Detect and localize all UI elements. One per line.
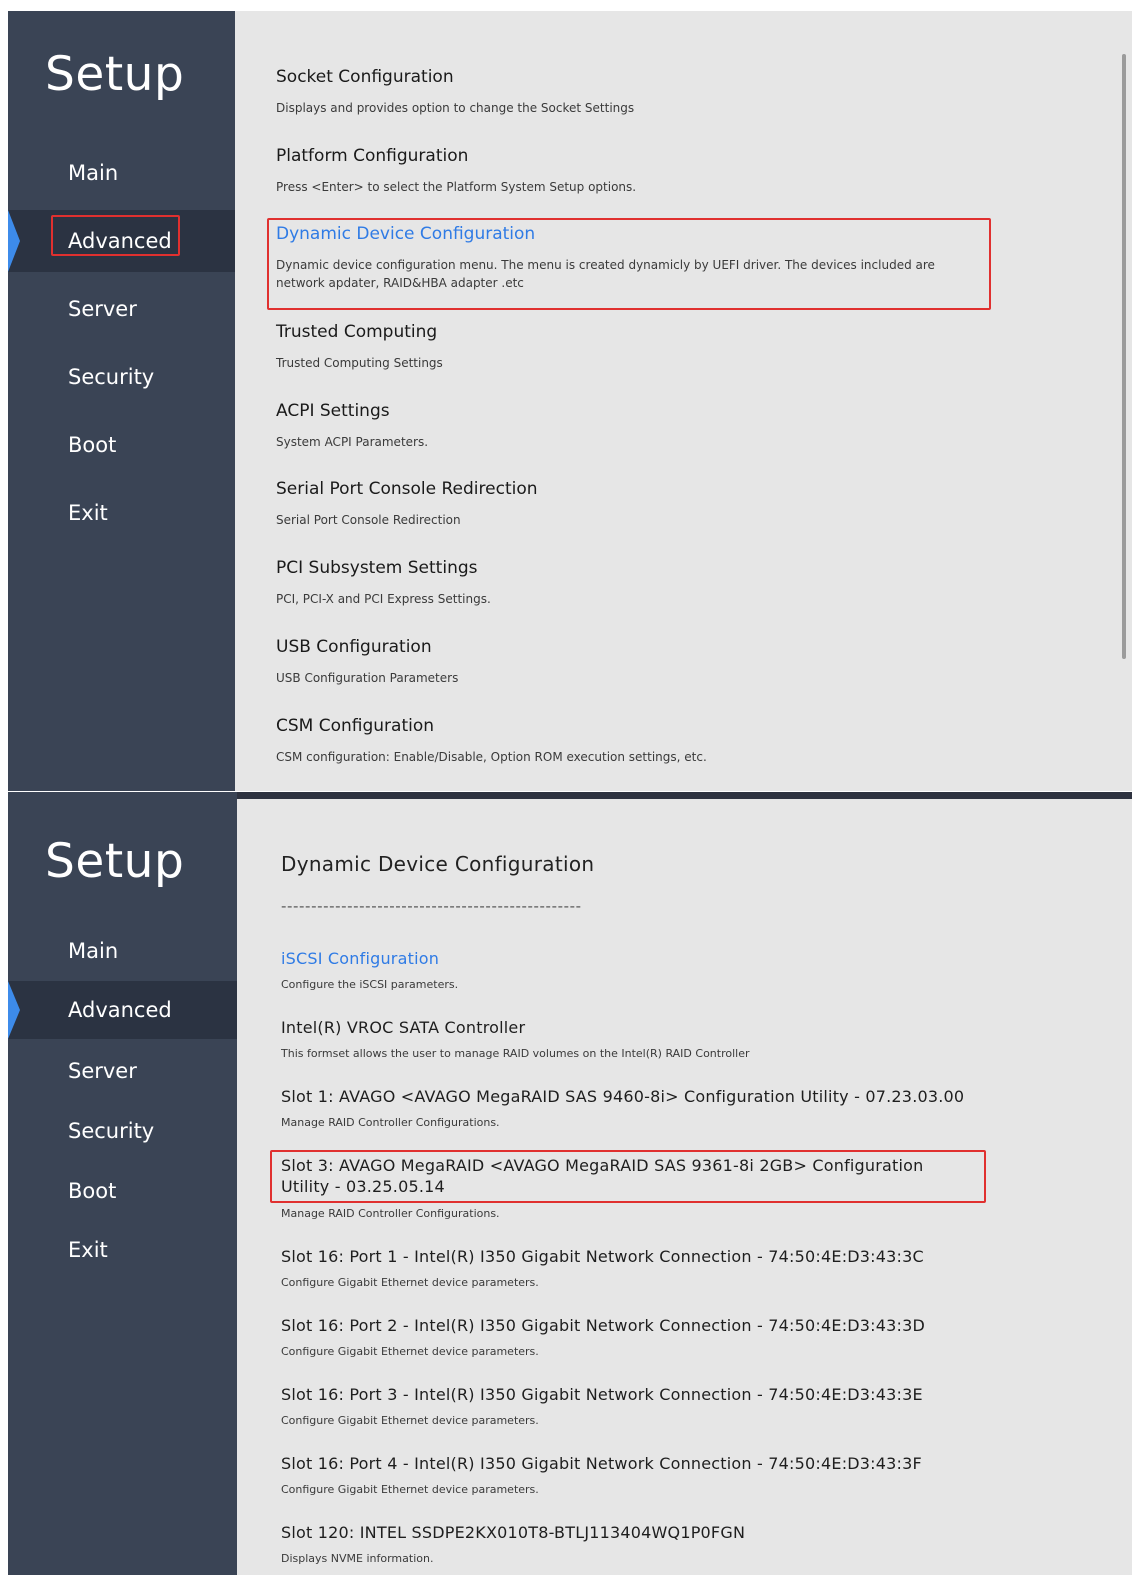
nav-item-label: Advanced bbox=[68, 229, 172, 253]
entry-title: CSM Configuration bbox=[276, 716, 435, 736]
menu-entry-vroc-sata-controller[interactable]: Intel(R) VROC SATA Controller This forms… bbox=[281, 1017, 750, 1060]
entry-title: USB Configuration bbox=[276, 637, 432, 657]
entry-title: Slot 16: Port 1 - Intel(R) I350 Gigabit … bbox=[281, 1247, 924, 1266]
menu-entry-socket-configuration[interactable]: Socket Configuration Displays and provid… bbox=[276, 67, 634, 117]
sidebar: Setup Main Advanced Server Security Boot… bbox=[8, 792, 237, 1575]
active-marker-icon bbox=[8, 210, 20, 272]
nav-item-exit[interactable]: Exit bbox=[8, 1219, 237, 1281]
separator: ----------------------------------------… bbox=[281, 897, 582, 915]
entry-title: ACPI Settings bbox=[276, 401, 390, 421]
entry-description: System ACPI Parameters. bbox=[276, 435, 429, 449]
content-pane: Socket Configuration Displays and provid… bbox=[235, 11, 1132, 791]
entry-title: Slot 120: INTEL SSDPE2KX010T8-BTLJ113404… bbox=[281, 1523, 746, 1542]
menu-entry-acpi-settings[interactable]: ACPI Settings System ACPI Parameters. bbox=[276, 401, 428, 451]
entry-description: Configure Gigabit Ethernet device parame… bbox=[281, 1276, 539, 1289]
entry-description: Trusted Computing Settings bbox=[276, 356, 443, 370]
nav-item-label: Advanced bbox=[68, 998, 172, 1022]
entry-title: iSCSI Configuration bbox=[281, 949, 440, 968]
nav-item-advanced[interactable]: Advanced bbox=[8, 210, 235, 272]
menu-entry-slot120-nvme[interactable]: Slot 120: INTEL SSDPE2KX010T8-BTLJ113404… bbox=[281, 1522, 745, 1565]
nav-item-label: Exit bbox=[68, 1238, 108, 1262]
entry-description: Configure Gigabit Ethernet device parame… bbox=[281, 1414, 539, 1427]
menu-entry-slot16-port2[interactable]: Slot 16: Port 2 - Intel(R) I350 Gigabit … bbox=[281, 1315, 925, 1358]
nav-item-security[interactable]: Security bbox=[8, 346, 235, 408]
entry-title: Slot 1: AVAGO <AVAGO MegaRAID SAS 9460-8… bbox=[281, 1087, 965, 1106]
nav-item-security[interactable]: Security bbox=[8, 1100, 237, 1162]
entry-description: Manage RAID Controller Configurations. bbox=[281, 1207, 500, 1220]
nav-item-boot[interactable]: Boot bbox=[8, 414, 235, 476]
menu-entry-slot16-port1[interactable]: Slot 16: Port 1 - Intel(R) I350 Gigabit … bbox=[281, 1246, 924, 1289]
nav-item-server[interactable]: Server bbox=[8, 1040, 237, 1102]
entry-title: PCI Subsystem Settings bbox=[276, 558, 478, 578]
setup-title: Setup bbox=[45, 47, 185, 102]
menu-entry-serial-port-console-redirection[interactable]: Serial Port Console Redirection Serial P… bbox=[276, 479, 538, 529]
nav-item-server[interactable]: Server bbox=[8, 278, 235, 340]
nav-item-label: Exit bbox=[68, 501, 108, 525]
entry-title: Slot 16: Port 4 - Intel(R) I350 Gigabit … bbox=[281, 1454, 922, 1473]
entry-description: Press <Enter> to select the Platform Sys… bbox=[276, 180, 637, 194]
entry-title: Platform Configuration bbox=[276, 146, 469, 166]
entry-description: Configure Gigabit Ethernet device parame… bbox=[281, 1345, 539, 1358]
nav-item-label: Server bbox=[68, 297, 137, 321]
nav-item-boot[interactable]: Boot bbox=[8, 1160, 237, 1222]
setup-screen-dynamic-device-configuration: Setup Main Advanced Server Security Boot… bbox=[8, 792, 1132, 1575]
entry-description: Serial Port Console Redirection bbox=[276, 513, 461, 527]
menu-entry-iscsi-configuration[interactable]: iSCSI Configuration Configure the iSCSI … bbox=[281, 948, 458, 991]
nav-item-exit[interactable]: Exit bbox=[8, 482, 235, 544]
entry-description: PCI, PCI-X and PCI Express Settings. bbox=[276, 592, 491, 606]
entry-description: Displays and provides option to change t… bbox=[276, 101, 635, 115]
entry-title: Slot 16: Port 3 - Intel(R) I350 Gigabit … bbox=[281, 1385, 923, 1404]
scrollbar[interactable] bbox=[1122, 54, 1126, 659]
menu-entry-csm-configuration[interactable]: CSM Configuration CSM configuration: Ena… bbox=[276, 716, 707, 766]
entry-description: CSM configuration: Enable/Disable, Optio… bbox=[276, 750, 707, 764]
menu-entry-slot16-port3[interactable]: Slot 16: Port 3 - Intel(R) I350 Gigabit … bbox=[281, 1384, 923, 1427]
nav-item-label: Security bbox=[68, 1119, 155, 1143]
entry-title: Serial Port Console Redirection bbox=[276, 479, 538, 499]
entry-description: USB Configuration Parameters bbox=[276, 671, 459, 685]
entry-description: Manage RAID Controller Configurations. bbox=[281, 1116, 500, 1129]
entry-description: Displays NVME information. bbox=[281, 1552, 434, 1565]
nav-item-label: Boot bbox=[68, 433, 117, 457]
nav-item-label: Main bbox=[68, 161, 119, 185]
menu-entry-trusted-computing[interactable]: Trusted Computing Trusted Computing Sett… bbox=[276, 322, 443, 372]
nav-item-main[interactable]: Main bbox=[8, 920, 237, 982]
entry-description: This formset allows the user to manage R… bbox=[281, 1047, 750, 1060]
menu-entry-pci-subsystem-settings[interactable]: PCI Subsystem Settings PCI, PCI-X and PC… bbox=[276, 558, 491, 608]
highlight-box bbox=[270, 1150, 986, 1203]
sidebar: Setup Main Advanced Server Security Boot… bbox=[8, 11, 235, 791]
active-marker-icon bbox=[8, 981, 20, 1039]
entry-title: Slot 16: Port 2 - Intel(R) I350 Gigabit … bbox=[281, 1316, 926, 1335]
nav-item-label: Security bbox=[68, 365, 155, 389]
entry-title: Trusted Computing bbox=[276, 322, 438, 342]
content-pane: Dynamic Device Configuration -----------… bbox=[237, 799, 1132, 1575]
entry-title: Socket Configuration bbox=[276, 67, 454, 87]
nav-item-main[interactable]: Main bbox=[8, 142, 235, 204]
menu-entry-usb-configuration[interactable]: USB Configuration USB Configuration Para… bbox=[276, 637, 458, 687]
nav-item-label: Main bbox=[68, 939, 119, 963]
setup-title: Setup bbox=[45, 834, 185, 889]
menu-entry-slot1-megaraid[interactable]: Slot 1: AVAGO <AVAGO MegaRAID SAS 9460-8… bbox=[281, 1086, 964, 1129]
entry-description: Configure the iSCSI parameters. bbox=[281, 978, 459, 991]
page-title: Dynamic Device Configuration bbox=[281, 852, 595, 876]
window-top-strip bbox=[237, 792, 1132, 799]
menu-entry-slot16-port4[interactable]: Slot 16: Port 4 - Intel(R) I350 Gigabit … bbox=[281, 1453, 922, 1496]
entry-description: Configure Gigabit Ethernet device parame… bbox=[281, 1483, 539, 1496]
highlight-box bbox=[267, 218, 991, 310]
entry-title: Intel(R) VROC SATA Controller bbox=[281, 1018, 526, 1037]
nav-item-label: Server bbox=[68, 1059, 137, 1083]
nav-item-advanced[interactable]: Advanced bbox=[8, 981, 237, 1039]
setup-screen-advanced: Setup Main Advanced Server Security Boot… bbox=[8, 11, 1132, 791]
nav-item-label: Boot bbox=[68, 1179, 117, 1203]
menu-entry-platform-configuration[interactable]: Platform Configuration Press <Enter> to … bbox=[276, 146, 636, 196]
